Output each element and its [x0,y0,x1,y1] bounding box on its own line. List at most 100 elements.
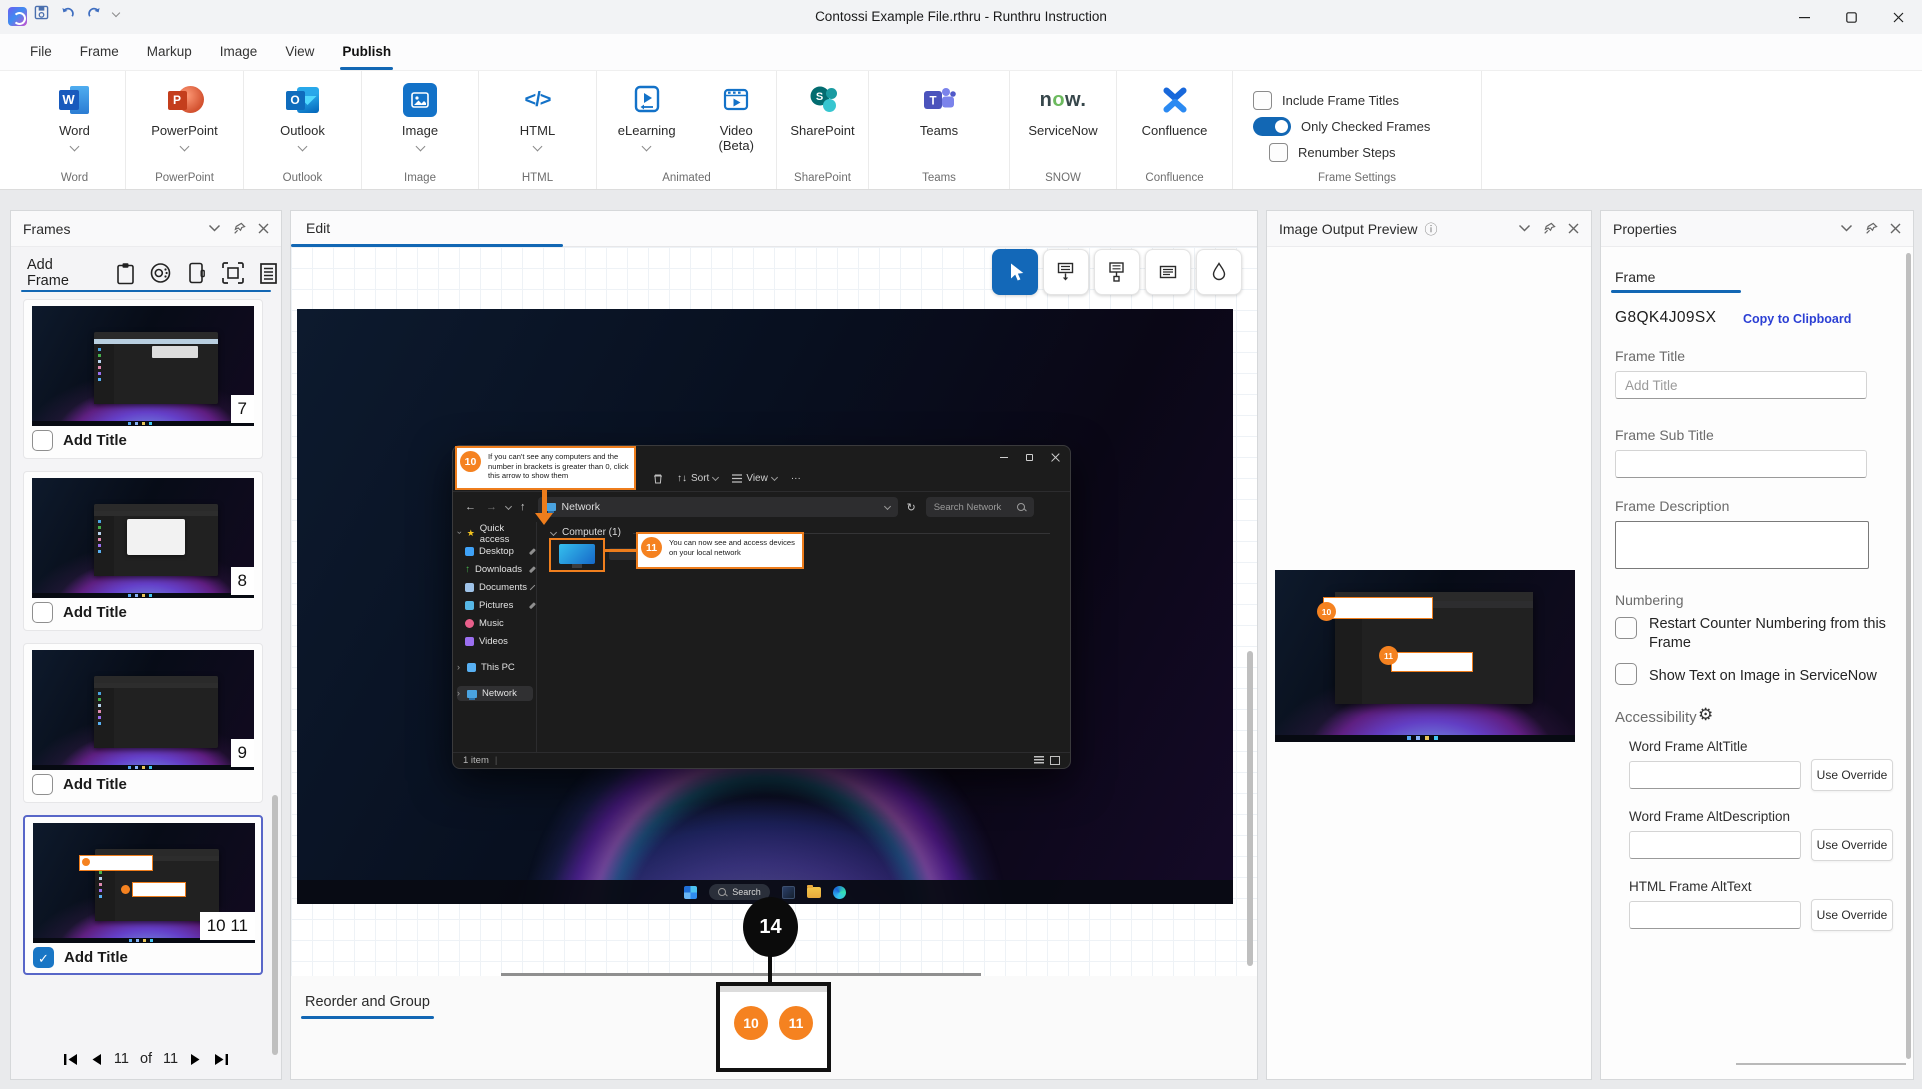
frame-card-8[interactable]: 8 Add Title [23,471,263,631]
menu-image[interactable]: Image [208,34,270,70]
publish-powerpoint-button[interactable]: P PowerPoint [126,81,243,150]
frame-card-7[interactable]: 7 Add Title [23,299,263,459]
frame-thumbnail-9: 9 [32,650,254,770]
frames-scrollbar[interactable] [272,795,278,1055]
elearning-dropdown-icon[interactable] [642,142,652,152]
frame-8-add-title-checkbox[interactable] [32,602,53,623]
powerpoint-dropdown-icon[interactable] [180,142,190,152]
explorer-sidebar-network-selected: ›Network [457,686,533,701]
edit-tab[interactable]: Edit [306,220,330,236]
blur-tool-button[interactable] [1196,249,1242,295]
menu-file[interactable]: File [18,34,64,70]
publish-elearning-button[interactable]: eLearning [597,81,696,153]
publish-confluence-button[interactable]: Confluence [1117,81,1232,138]
pager-previous-button[interactable] [90,1053,103,1066]
screenshot-image[interactable]: ↑↓Sort View ··· ← → ↑ Network ↻ [297,309,1233,904]
html-alt-text-use-override-button[interactable]: Use Override [1811,899,1893,931]
only-checked-frames-label: Only Checked Frames [1301,119,1430,134]
minimize-button[interactable] [1781,0,1828,34]
publish-servicenow-button[interactable]: now. ServiceNow [1010,81,1116,138]
frame-sub-title-input[interactable] [1615,450,1867,478]
preview-pin-icon[interactable] [1543,222,1556,235]
info-icon[interactable]: ⓘ [1425,219,1438,238]
svg-text:T: T [929,96,936,108]
add-frame-document-button[interactable] [256,260,281,286]
ribbon-group-teams: T Teams Teams [869,71,1010,189]
accessibility-settings-gear-icon[interactable]: ⚙ [1698,705,1713,725]
publish-image-button[interactable]: Image [362,81,478,150]
frame-title-input[interactable] [1615,371,1867,399]
publish-html-button[interactable]: </> HTML [479,81,596,150]
explorer-path: Network [538,497,898,517]
select-tool-button[interactable] [992,249,1038,295]
add-frame-record-button[interactable] [149,260,174,286]
word-alt-description-use-override-button[interactable]: Use Override [1811,829,1893,861]
outlook-dropdown-icon[interactable] [298,142,308,152]
include-frame-titles-checkbox[interactable] [1253,91,1272,110]
group-callout-14[interactable]: 14 [743,897,798,957]
maximize-button[interactable] [1828,0,1875,34]
publish-video-button[interactable]: Video (Beta) [696,81,776,153]
pager-next-button[interactable] [189,1053,202,1066]
textbox-tool-button[interactable] [1145,249,1191,295]
frames-collapse-icon[interactable] [208,224,221,233]
frame-10-11-add-title-checkbox[interactable]: ✓ [33,947,54,968]
renumber-steps-checkbox[interactable] [1269,143,1288,162]
annotation-callout-11[interactable]: 11 You can now see and access devices on… [636,532,804,569]
pager-last-button[interactable] [213,1053,229,1066]
frame-card-9[interactable]: 9 Add Title [23,643,263,803]
html-alt-text-input[interactable] [1629,901,1801,929]
preview-collapse-icon[interactable] [1518,224,1531,233]
frame-card-10-11-selected[interactable]: 10 11 ✓ Add Title [23,815,263,975]
edit-canvas[interactable]: ↑↓Sort View ··· ← → ↑ Network ↻ [291,247,1257,976]
publish-sharepoint-button[interactable]: S SharePoint [777,81,868,138]
frame-description-textarea[interactable] [1615,521,1869,569]
word-alt-description-input[interactable] [1629,831,1801,859]
menubar: File Frame Markup Image View Publish [0,34,1922,70]
restart-counter-checkbox[interactable] [1615,617,1637,639]
menu-frame[interactable]: Frame [68,34,131,70]
publish-teams-button[interactable]: T Teams [869,81,1009,138]
annotation-callout-10[interactable]: 10 If you can't see any computers and th… [455,446,636,490]
copy-to-clipboard-link[interactable]: Copy to Clipboard [1743,312,1851,326]
step-group-box[interactable]: 10 11 [716,982,831,1072]
image-dropdown-icon[interactable] [415,142,425,152]
word-alt-title-input[interactable] [1629,761,1801,789]
add-frame-device-button[interactable] [184,260,209,286]
show-text-servicenow-checkbox[interactable] [1615,663,1637,685]
add-frame-region-button[interactable] [220,260,245,286]
only-checked-frames-toggle[interactable] [1253,117,1291,136]
html-dropdown-icon[interactable] [533,142,543,152]
publish-word-button[interactable]: W Word [24,81,125,150]
frame-9-add-title-checkbox[interactable] [32,774,53,795]
word-alt-title-use-override-button[interactable]: Use Override [1811,759,1893,791]
frames-pin-icon[interactable] [233,222,246,235]
frame-7-add-title-checkbox[interactable] [32,430,53,451]
ribbon-group-html: </> HTML HTML [479,71,597,189]
properties-close-icon[interactable] [1890,223,1901,234]
explorer-search-box: Search Network [926,497,1034,517]
pager-first-button[interactable] [63,1053,79,1066]
canvas-scrollbar[interactable] [1247,651,1253,966]
properties-pin-icon[interactable] [1865,222,1878,235]
close-button[interactable] [1875,0,1922,34]
publish-outlook-button[interactable]: O Outlook [244,81,361,150]
callout-arrow-tool-button[interactable] [1043,249,1089,295]
frames-pager: 11 of 11 [11,1051,281,1067]
frames-close-icon[interactable] [258,223,269,234]
add-frame-clipboard-button[interactable] [113,260,138,286]
preview-close-icon[interactable] [1568,223,1579,234]
properties-scrollbar[interactable] [1906,253,1911,1059]
menu-publish[interactable]: Publish [330,34,403,70]
callout-connector-tool-button[interactable] [1094,249,1140,295]
properties-collapse-icon[interactable] [1840,224,1853,233]
annotation-11-text: You can now see and access devices on yo… [669,538,798,557]
properties-frame-tab[interactable]: Frame [1615,269,1655,285]
group-step-10[interactable]: 10 [734,1006,768,1040]
annotation-10-arrow[interactable] [542,490,547,513]
group-step-11[interactable]: 11 [779,1006,813,1040]
word-dropdown-icon[interactable] [70,142,80,152]
menu-markup[interactable]: Markup [135,34,204,70]
reorder-and-group-tab[interactable]: Reorder and Group [305,994,430,1010]
menu-view[interactable]: View [273,34,326,70]
